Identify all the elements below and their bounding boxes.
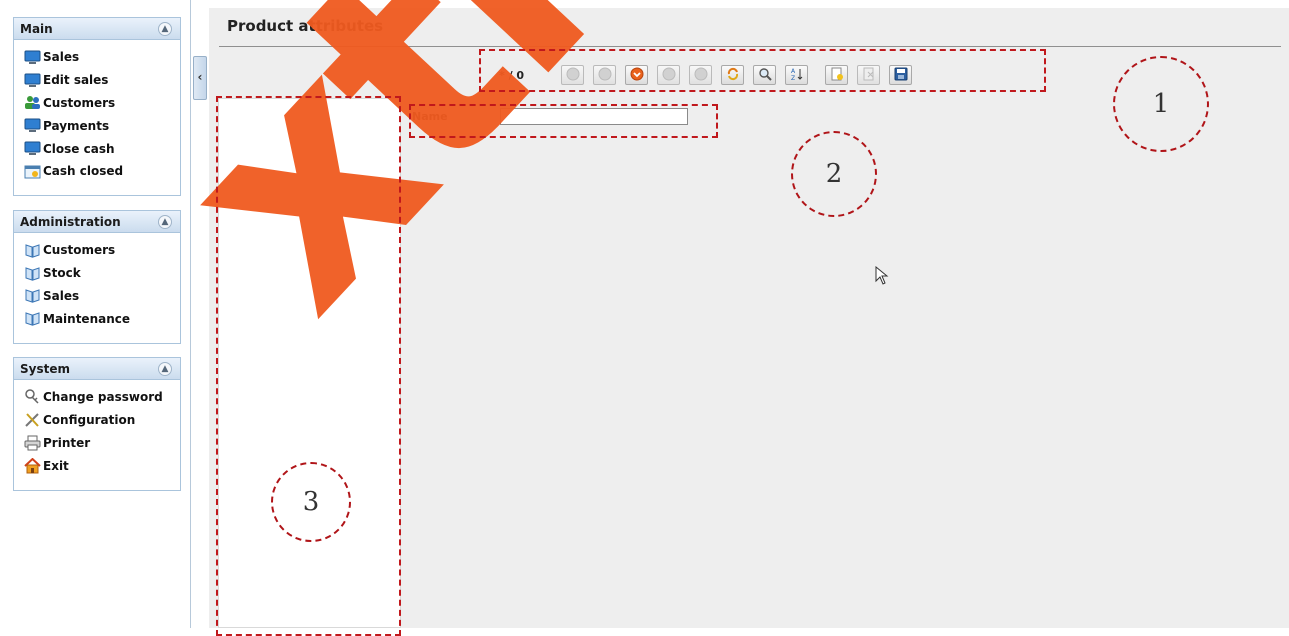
collapse-icon[interactable]: ▲ bbox=[158, 362, 172, 376]
sidebar-item-label: Change password bbox=[43, 390, 163, 405]
collapse-icon[interactable]: ▲ bbox=[158, 22, 172, 36]
sidebar-item-admin-customers[interactable]: Customers bbox=[14, 239, 180, 262]
annotation-box-toolbar bbox=[479, 49, 1046, 92]
chevron-left-icon: ‹ bbox=[197, 70, 203, 84]
users-icon bbox=[23, 95, 41, 111]
sidebar-item-label: Cash closed bbox=[43, 164, 124, 179]
sidebar-item-label: Sales bbox=[43, 50, 80, 65]
sidebar-item-label: Configuration bbox=[43, 413, 136, 428]
sidebar-item-configuration[interactable]: Configuration bbox=[14, 409, 180, 432]
tools-icon bbox=[23, 412, 41, 428]
sidebar-item-change-password[interactable]: Change password bbox=[14, 386, 180, 409]
annotation-box-list bbox=[216, 96, 401, 636]
sidebar-item-label: Stock bbox=[43, 266, 81, 281]
page-title: Product attributes bbox=[227, 17, 384, 35]
sidebar: Main ▲ Sales Edit sales Customers Paymen… bbox=[0, 0, 191, 628]
panel-title: System bbox=[20, 362, 70, 376]
sidebar-item-label: Customers bbox=[43, 243, 116, 258]
sidebar-item-label: Sales bbox=[43, 288, 80, 303]
sidebar-item-label: Exit bbox=[43, 458, 69, 473]
book-icon bbox=[23, 311, 41, 327]
panel-title: Main bbox=[20, 22, 53, 36]
sidebar-item-label: Edit sales bbox=[43, 73, 109, 88]
sidebar-item-payments[interactable]: Payments bbox=[14, 114, 180, 137]
sidebar-item-maintenance[interactable]: Maintenance bbox=[14, 307, 180, 330]
printer-icon bbox=[23, 435, 41, 451]
panel-title: Administration bbox=[20, 215, 121, 229]
sidebar-item-label: Printer bbox=[43, 435, 91, 450]
monitor-icon bbox=[23, 49, 41, 65]
sidebar-item-label: Maintenance bbox=[43, 311, 131, 326]
mouse-cursor-icon bbox=[875, 265, 889, 289]
panel-header-system[interactable]: System ▲ bbox=[14, 358, 180, 380]
sidebar-item-customers[interactable]: Customers bbox=[14, 92, 180, 115]
sidebar-item-exit[interactable]: Exit bbox=[14, 454, 180, 477]
sidebar-item-admin-sales[interactable]: Sales bbox=[14, 285, 180, 308]
sidebar-item-stock[interactable]: Stock bbox=[14, 262, 180, 285]
sidebar-item-printer[interactable]: Printer bbox=[14, 432, 180, 455]
monitor-icon bbox=[23, 72, 41, 88]
book-icon bbox=[23, 288, 41, 304]
sidebar-item-edit-sales[interactable]: Edit sales bbox=[14, 69, 180, 92]
collapse-icon[interactable]: ▲ bbox=[158, 215, 172, 229]
panel-administration: Administration ▲ Customers Stock Sales M… bbox=[13, 210, 181, 344]
panel-main: Main ▲ Sales Edit sales Customers Paymen… bbox=[13, 17, 181, 196]
sidebar-collapse-button[interactable]: ‹ bbox=[193, 56, 207, 100]
home-icon bbox=[23, 457, 41, 474]
monitor-icon bbox=[23, 118, 41, 134]
sidebar-item-label: Payments bbox=[43, 118, 110, 133]
annotation-box-name-field bbox=[409, 104, 718, 138]
sidebar-item-label: Customers bbox=[43, 95, 116, 110]
book-icon bbox=[23, 265, 41, 281]
panel-system: System ▲ Change password Configuration P… bbox=[13, 357, 181, 491]
annotation-label: 1 bbox=[1113, 56, 1209, 152]
title-divider bbox=[219, 46, 1281, 47]
sidebar-item-label: Close cash bbox=[43, 141, 115, 156]
panel-header-administration[interactable]: Administration ▲ bbox=[14, 211, 180, 233]
sidebar-item-cash-closed[interactable]: Cash closed bbox=[14, 160, 180, 183]
annotation-label: 2 bbox=[791, 131, 877, 217]
panel-header-main[interactable]: Main ▲ bbox=[14, 18, 180, 40]
calendar-icon bbox=[23, 163, 41, 179]
monitor-icon bbox=[23, 141, 41, 157]
book-icon bbox=[23, 242, 41, 258]
annotation-label: 3 bbox=[271, 462, 351, 542]
sidebar-item-sales[interactable]: Sales bbox=[14, 46, 180, 69]
key-icon bbox=[23, 389, 41, 405]
sidebar-item-close-cash[interactable]: Close cash bbox=[14, 137, 180, 160]
